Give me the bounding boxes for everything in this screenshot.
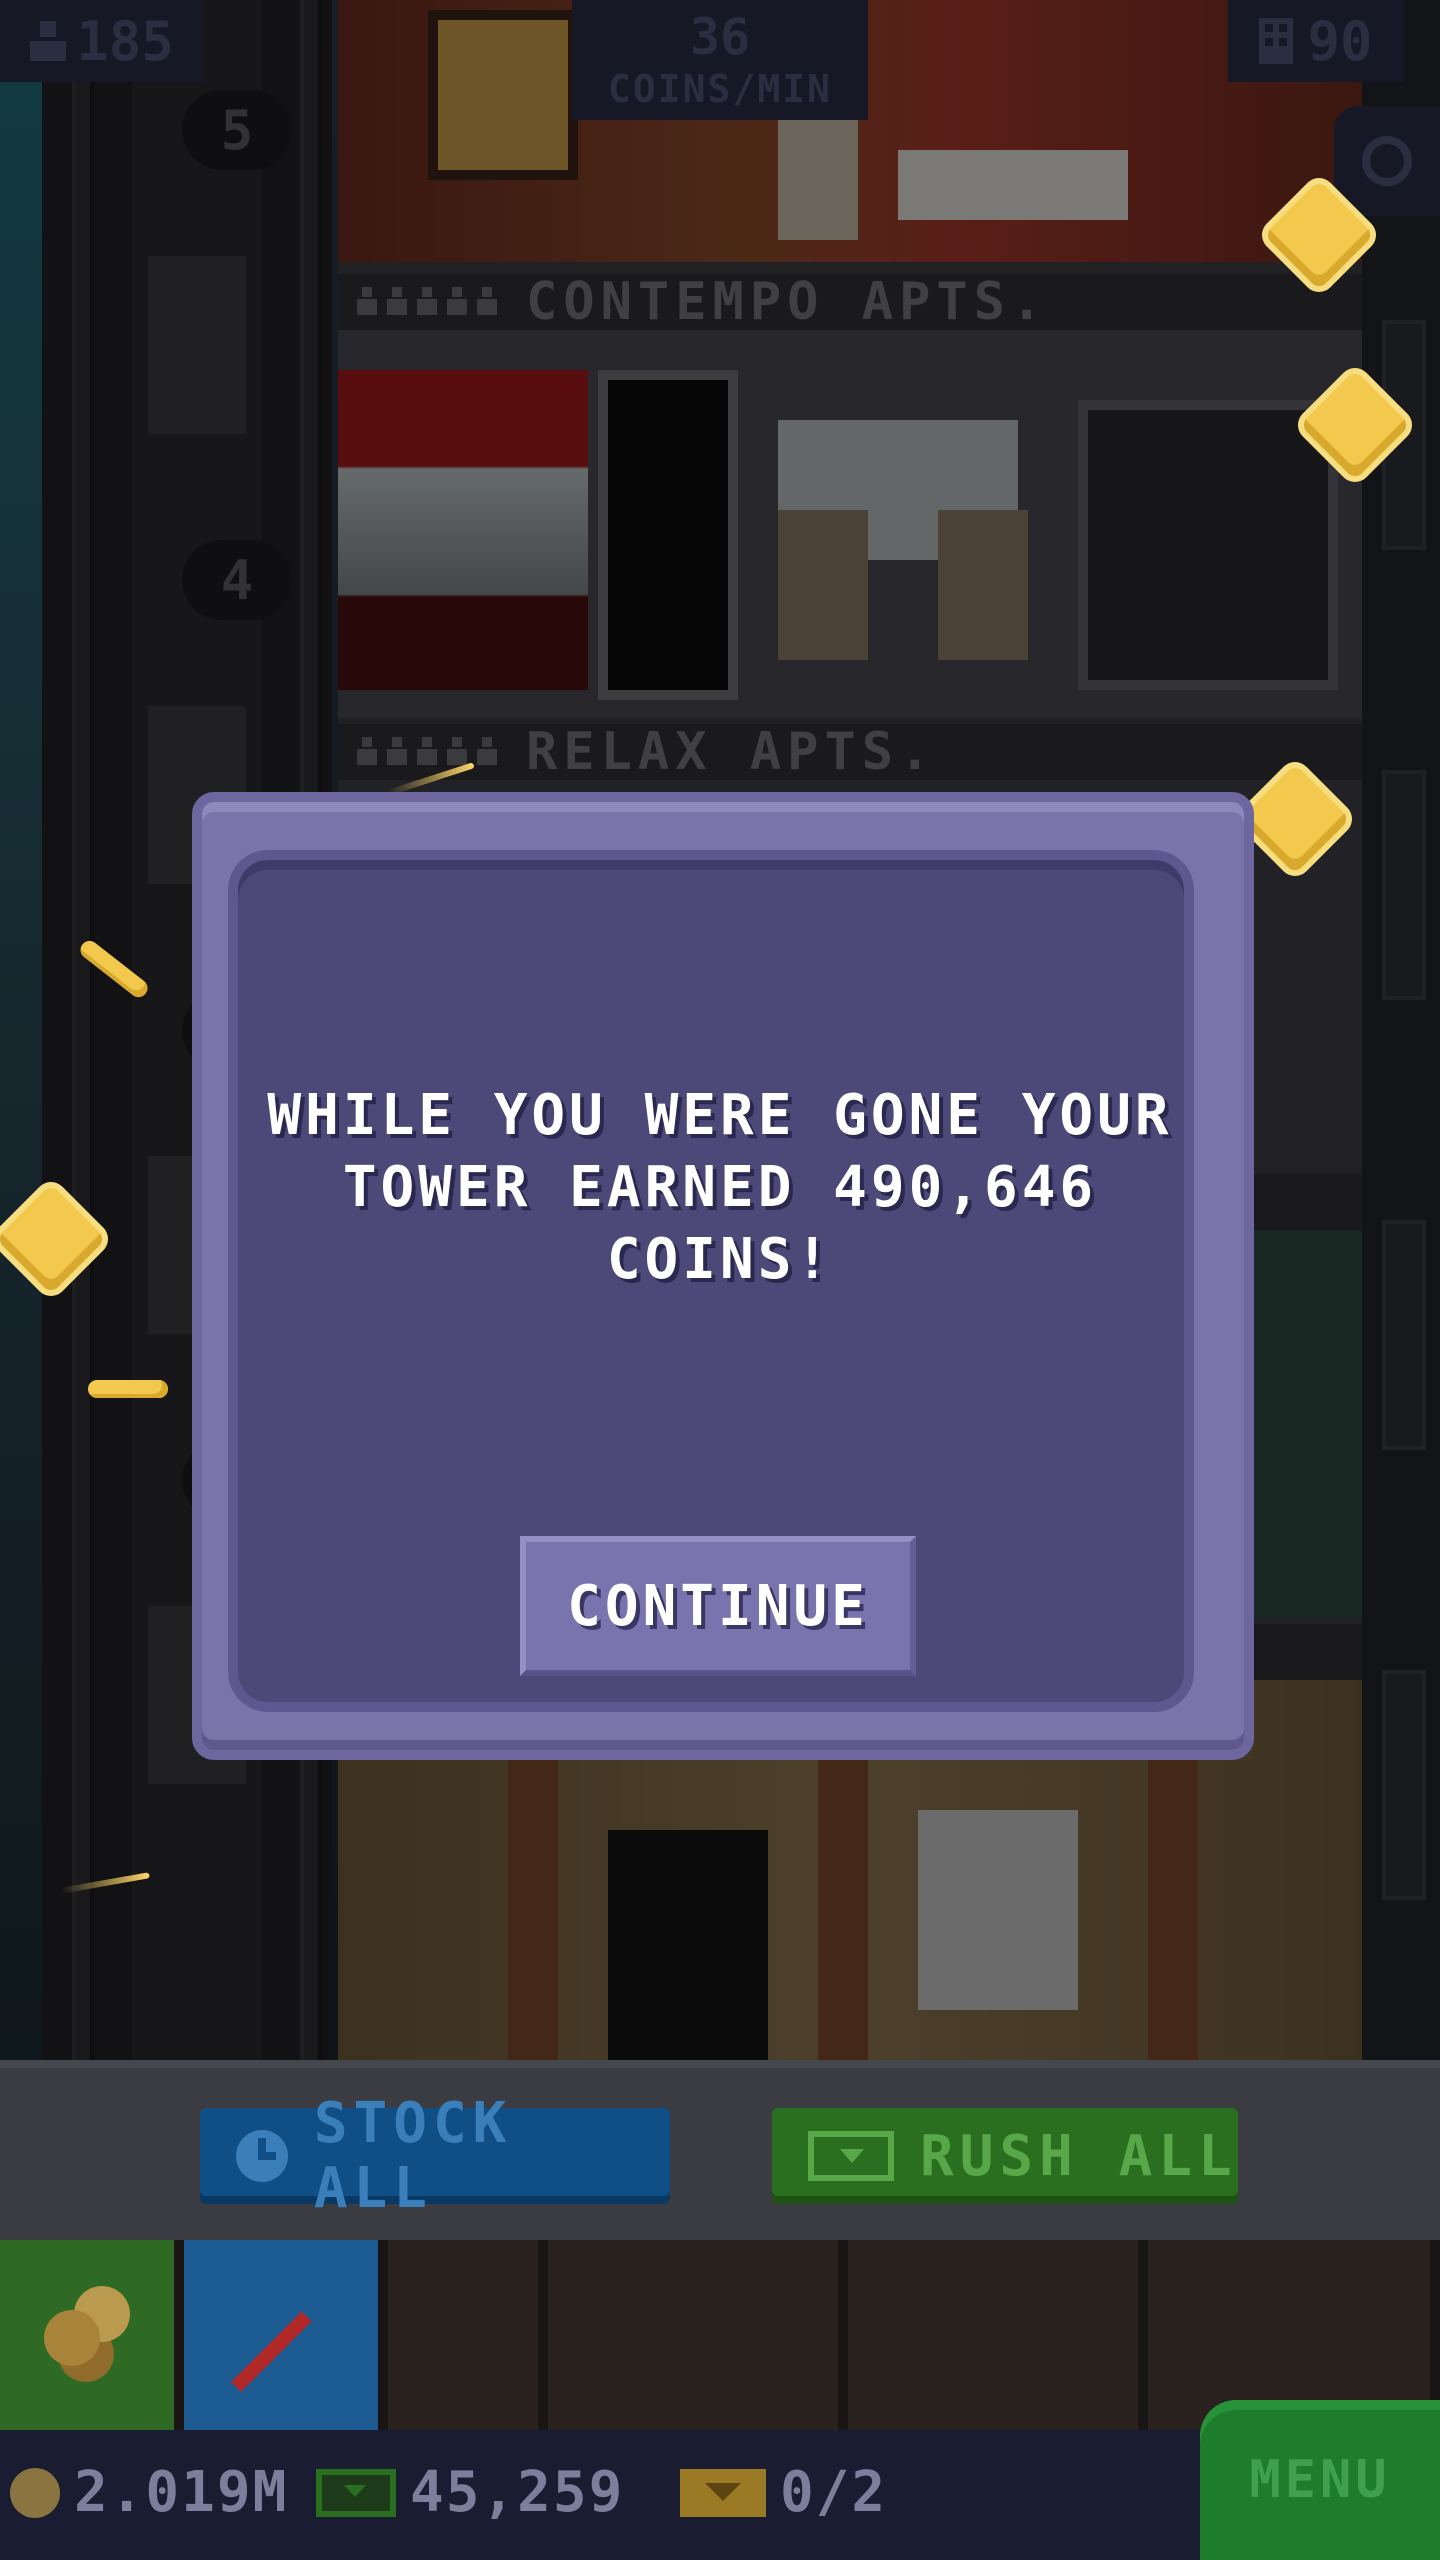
tool-slot (548, 2240, 848, 2430)
continue-button-label: CONTINUE (567, 1573, 869, 1639)
bux-icon (316, 2468, 396, 2517)
arrow-up-right-icon (231, 2311, 312, 2392)
menu-button-label: MENU (1249, 2450, 1391, 2510)
menu-button[interactable]: MENU (1200, 2400, 1440, 2560)
move-tool-button[interactable] (184, 2240, 388, 2430)
offline-earnings-message: WHILE YOU WERE GONE YOUR TOWER EARNED 49… (267, 1083, 1173, 1292)
golden-ticket-icon (680, 2468, 766, 2517)
coin-icon (10, 2467, 60, 2518)
golden-ticket-value: 0/2 (780, 2460, 888, 2525)
flying-coin (88, 1380, 168, 1398)
stock-all-label: STOCK ALL (313, 2091, 513, 2221)
coin-balance-value: 2.019M (74, 2460, 289, 2525)
bux-balance[interactable]: 45,259 (316, 2460, 624, 2525)
rush-all-button[interactable]: RUSH ALL (772, 2108, 1238, 2204)
coins-tool-button[interactable] (0, 2240, 184, 2430)
stock-all-button[interactable]: STOCK ALL (200, 2091, 670, 2221)
action-bar: STOCK ALL RUSH ALL (0, 2060, 1440, 2240)
coins-icon (44, 2310, 100, 2366)
tool-slot (848, 2240, 1148, 2430)
coin-balance[interactable]: 2.019M (10, 2460, 288, 2525)
golden-ticket-counter[interactable]: 0/2 (680, 2460, 887, 2525)
clock-icon (236, 2130, 288, 2182)
tool-slot (388, 2240, 548, 2430)
bux-balance-value: 45,259 (410, 2460, 625, 2525)
rush-all-label: RUSH ALL (920, 2123, 1238, 2189)
game-screen: 5 4 3 2 CONTEMPO APTS. (0, 0, 1440, 2560)
bux-ticket-icon (808, 2131, 894, 2181)
continue-button[interactable]: CONTINUE (520, 1536, 916, 1676)
